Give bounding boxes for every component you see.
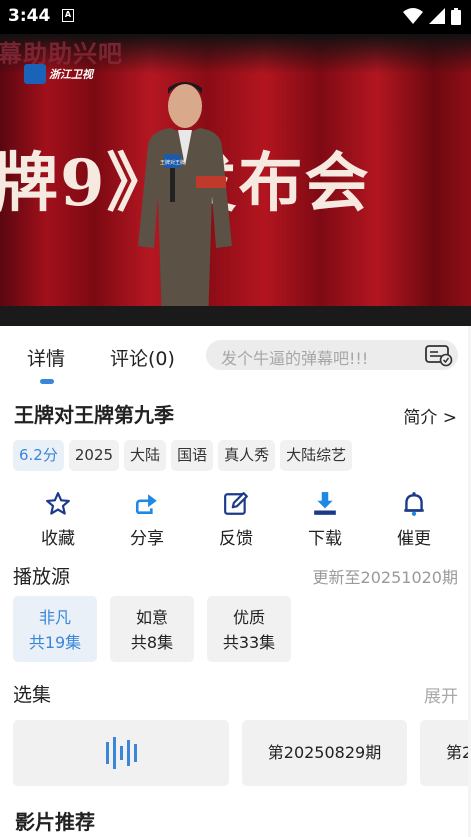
episode-playing[interactable] [13,720,229,786]
mic-label: 王牌对王牌 [160,159,185,166]
favorite-label: 收藏 [41,529,75,549]
playing-bars-icon [106,737,137,769]
share-label: 分享 [130,529,164,549]
bell-icon [404,492,424,516]
source-list: 非凡 共19集 如意 共8集 优质 共33集 [13,596,291,662]
episode-list[interactable]: 第20250829期 第20250905期 [13,720,471,786]
score-tag: 6.2分 [13,440,64,471]
source-count: 共33集 [222,633,276,652]
share-icon [135,494,157,514]
tab-indicator [40,379,54,384]
source-name: 优质 [232,608,265,627]
source-item-youzhi[interactable]: 优质 共33集 [207,596,291,662]
channel-logo-icon [24,64,46,84]
tag-list: 6.2分 2025 大陆 国语 真人秀 大陆综艺 [13,440,353,471]
channel-name: 浙江卫视 [49,68,93,81]
wifi-icon [403,8,423,24]
intro-link[interactable]: 简介 > [403,403,457,428]
tab-details[interactable]: 详情 [27,344,65,371]
video-player[interactable]: 牌9》发布会 王牌对王牌 幕助助兴吧 浙江卫视 [0,34,471,326]
source-item-ruyi[interactable]: 如意 共8集 [110,596,194,662]
battery-icon [451,7,461,25]
language-tag[interactable]: 国语 [171,440,214,471]
region-tag[interactable]: 大陆 [124,440,167,471]
feedback-button[interactable]: 反馈 [206,490,266,549]
danmaku-input[interactable]: 发个牛逼的弹幕吧!!! [206,340,458,370]
show-title: 王牌对王牌第九季 [14,403,174,427]
action-bar: 收藏 分享 反馈 下载 催更 [14,490,458,550]
edit-icon [224,492,248,515]
download-button[interactable]: 下载 [295,490,355,549]
source-count: 共19集 [28,633,82,652]
episode-item[interactable]: 第20250905期 [420,720,471,786]
notification-icon: A [62,9,74,22]
remind-update-label: 催更 [397,529,431,549]
source-count: 共8集 [130,633,174,652]
danmaku-placeholder: 发个牛逼的弹幕吧!!! [221,349,369,368]
category-tag[interactable]: 大陆综艺 [280,440,353,471]
update-status: 更新至20251020期 [312,568,458,587]
channel-logo: 浙江卫视 [24,64,93,84]
danmaku-settings-icon[interactable] [424,343,454,367]
status-bar: 3:44 A [0,0,471,34]
download-label: 下载 [308,529,342,549]
year-tag[interactable]: 2025 [68,440,120,471]
episodes-title: 选集 [13,684,52,706]
tabs-row: 详情 评论(0) 发个牛逼的弹幕吧!!! [0,326,471,386]
status-time: 3:44 [8,6,51,26]
share-button[interactable]: 分享 [117,490,177,549]
expand-button[interactable]: 展开 [424,682,458,707]
status-icons [403,7,461,25]
download-icon [314,492,336,515]
favorite-button[interactable]: 收藏 [28,490,88,549]
recommend-title: 影片推荐 [15,810,95,834]
stage-floor [0,306,471,326]
host-figure: 王牌对王牌 [138,82,232,326]
tab-comments[interactable]: 评论(0) [110,344,175,371]
genre-tag[interactable]: 真人秀 [218,440,276,471]
remind-update-button[interactable]: 催更 [384,490,444,549]
source-name: 非凡 [38,608,71,627]
signal-icon [429,8,445,24]
feedback-label: 反馈 [219,529,253,549]
play-source-title: 播放源 [13,566,71,588]
source-item-feifan[interactable]: 非凡 共19集 [13,596,97,662]
star-icon [46,492,70,515]
episode-item[interactable]: 第20250829期 [242,720,407,786]
source-name: 如意 [135,608,168,627]
